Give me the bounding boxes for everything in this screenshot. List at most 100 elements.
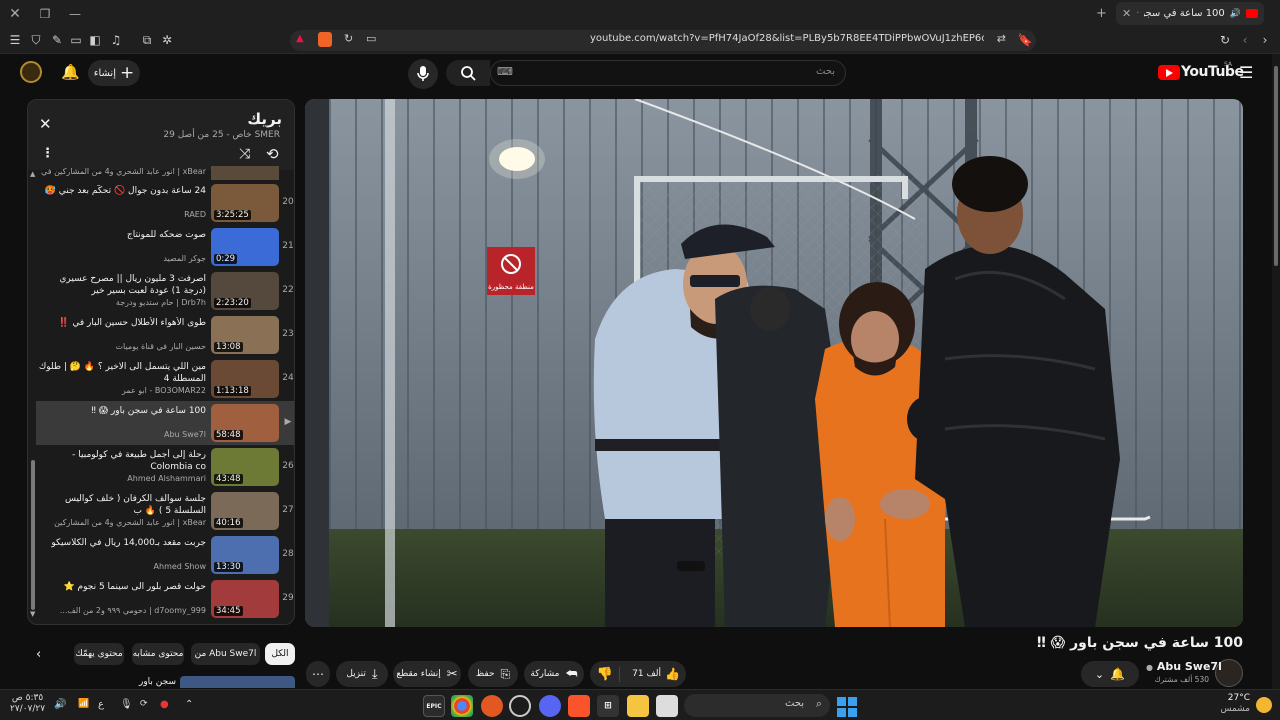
shuffle-icon[interactable]: ⤨ bbox=[239, 146, 250, 162]
playlist-item-title[interactable]: حولت قصر بلور الى سينما 5 نجوم ⭐ bbox=[38, 581, 206, 593]
playlist-item[interactable]: xBear | انور عابد الشحري و4 من المشاركين… bbox=[36, 166, 294, 180]
playlist-item-title[interactable]: مين اللي يتسمل الى الاخير ؟ 🔥 🤔 | طلوك ا… bbox=[38, 361, 206, 385]
scroll-down-icon[interactable]: ▼ bbox=[30, 610, 35, 618]
playlist-item-title[interactable]: xBear | انور عابد الشحري و4 من المشاركين… bbox=[38, 167, 206, 176]
tabs-icon[interactable]: ▭ bbox=[67, 31, 85, 49]
brave-browser-icon[interactable] bbox=[568, 695, 590, 717]
record-tray-icon[interactable]: ● bbox=[160, 699, 169, 710]
new-tab-button[interactable]: + bbox=[1096, 6, 1107, 21]
scroll-up-icon[interactable]: ▲ bbox=[30, 170, 35, 178]
sidebar-menu-icon[interactable]: ☰ bbox=[6, 31, 24, 49]
minimize-window-button[interactable]: — bbox=[60, 0, 90, 27]
playlist-item-title[interactable]: جربت مقعد بـ14,000 ريال في الكلاسيكو bbox=[38, 537, 206, 549]
tray-overflow-icon[interactable]: ⌃ bbox=[185, 699, 193, 710]
speaker-icon[interactable]: 🔊 bbox=[54, 699, 66, 710]
playlist-item[interactable]: 13:30 28 جربت مقعد بـ14,000 ريال في الكلاس… bbox=[36, 533, 294, 577]
playlist-item[interactable]: 13:08 23 طوى الأهواء الأطلال حسين البار في… bbox=[36, 313, 294, 357]
playlist-item[interactable]: 1:13:18 24 مين اللي يتسمل الى الاخير ؟ 🔥 🤔… bbox=[36, 357, 294, 401]
playlist-item-title[interactable]: 24 ساعة بدون جوال 🚫 تحكّم بعد جني 🥵 bbox=[38, 185, 206, 197]
more-actions-button[interactable]: ⋯ bbox=[306, 661, 330, 687]
loop-icon[interactable]: ⟲ bbox=[266, 145, 279, 163]
store-icon[interactable]: ⊞ bbox=[597, 695, 619, 717]
next-video-title[interactable]: سجن باور bbox=[120, 677, 176, 687]
reload-icon[interactable]: ↻ bbox=[1216, 31, 1234, 49]
bookmark-icon[interactable]: 🔖 bbox=[1016, 31, 1034, 49]
download-button[interactable]: تنزيل ⤓ bbox=[336, 661, 388, 687]
network-icon[interactable]: 📶 bbox=[78, 699, 89, 709]
youtube-logo-text[interactable]: YouTube bbox=[1181, 64, 1244, 80]
playlist-item-title[interactable]: اصرفت 3 مليون ريال || مصرح عسيري (درجة 1… bbox=[38, 273, 206, 297]
clip-button[interactable]: إنشاء مقطع ✂ bbox=[393, 661, 461, 687]
playlist-item-title[interactable]: رحلة إلى أجمل طبيعة في كولومبيا - Colomb… bbox=[38, 449, 206, 473]
chips-back-icon[interactable]: ‹ bbox=[36, 647, 41, 662]
file-explorer-icon[interactable] bbox=[627, 695, 649, 717]
playlist-item[interactable]: 43:48 26 رحلة إلى أجمل طبيعة في كولومبيا -… bbox=[36, 445, 294, 489]
discord-icon[interactable] bbox=[539, 695, 561, 717]
subscribe-button[interactable]: ⌄ 🔔 bbox=[1081, 661, 1139, 687]
playlist-title[interactable]: بريك bbox=[247, 110, 282, 128]
extensions-icon[interactable]: ✲ bbox=[158, 31, 176, 49]
guide-menu-icon[interactable]: ☰ bbox=[1239, 63, 1253, 82]
address-bar[interactable]: ▲ ↻ ▭ youtube.com/watch?v=PfH74JaOf28&li… bbox=[290, 30, 1036, 51]
youtube-logo-icon[interactable] bbox=[1158, 65, 1180, 80]
music-icon[interactable]: ♫ bbox=[107, 31, 125, 49]
search-input[interactable]: بحث ⌨ bbox=[490, 60, 846, 86]
chip-similar[interactable]: محتوى مشابه bbox=[132, 643, 184, 665]
maximize-window-button[interactable]: ❐ bbox=[30, 0, 60, 27]
clock[interactable]: ٥:٣٥ ص ٢٧/٠٧/٢٧ bbox=[10, 693, 45, 715]
chip-all[interactable]: الكل bbox=[265, 643, 295, 665]
close-playlist-icon[interactable]: ✕ bbox=[39, 115, 52, 133]
dislike-button[interactable]: 👎 bbox=[590, 666, 621, 682]
next-video-thumbnail[interactable] bbox=[180, 676, 295, 688]
create-button[interactable]: إنشاء + bbox=[88, 60, 140, 86]
taskbar-search[interactable]: ⌕ بحث bbox=[684, 694, 830, 717]
page-scrollbar[interactable] bbox=[1272, 54, 1280, 689]
playlist-item-title[interactable]: طوى الأهواء الأطلال حسين البار في ‼️ bbox=[38, 317, 206, 329]
search-button[interactable] bbox=[446, 60, 490, 86]
page-scrollbar-thumb[interactable] bbox=[1274, 66, 1278, 266]
language-indicator[interactable]: ع bbox=[98, 699, 104, 710]
screenshot-icon[interactable]: ⧉ bbox=[138, 31, 156, 49]
weather-widget[interactable]: 27°C مشمس bbox=[1210, 693, 1250, 715]
shield-icon[interactable]: ⛉ bbox=[27, 31, 45, 49]
playlist-item-title[interactable]: 100 ساعة في سجن باور 😱 ‼ bbox=[38, 405, 206, 417]
url-text[interactable]: youtube.com/watch?v=PfH74JaOf28&list=PLB… bbox=[590, 33, 984, 44]
video-player[interactable]: منطقة محظورة bbox=[305, 99, 1243, 627]
playlist-scrollbar[interactable] bbox=[31, 460, 35, 610]
epic-games-icon[interactable]: EPIC bbox=[423, 695, 445, 717]
share-button[interactable]: مشاركة ⮪ bbox=[524, 661, 584, 687]
files-app-icon[interactable] bbox=[656, 695, 678, 717]
chrome-icon[interactable] bbox=[451, 695, 473, 717]
channel-name[interactable]: ● Abu Swe7l bbox=[1146, 660, 1222, 673]
translate-icon[interactable]: ⇄ bbox=[997, 32, 1006, 45]
browser-tab[interactable]: ✕ · 100 ساعة في سجن باور 😱‼ 🔊 bbox=[1116, 2, 1264, 25]
firefox-icon[interactable] bbox=[481, 695, 503, 717]
close-tab-icon[interactable]: ✕ bbox=[1122, 7, 1131, 20]
sidebar-icon[interactable]: ◧ bbox=[86, 31, 104, 49]
like-button[interactable]: 71 ألف 👍 bbox=[626, 667, 686, 681]
playlist-item-title[interactable]: جلسة سوالف الكرفان ( خلف كواليس السلسلة … bbox=[38, 493, 206, 517]
mic-tray-icon[interactable]: 🎙 bbox=[120, 699, 133, 710]
reader-mode-icon[interactable]: ▭ bbox=[366, 32, 376, 45]
pen-icon[interactable]: ✎ bbox=[48, 31, 66, 49]
playlist-item[interactable]: 0:29 21 صوت ضحكه للمونتاج جوكر المصيد bbox=[36, 225, 294, 269]
start-menu-icon[interactable] bbox=[836, 695, 858, 717]
video-thumbnail[interactable] bbox=[211, 166, 279, 180]
playlist-item[interactable]: 3:25:25 20 24 ساعة بدون جوال 🚫 تحكّم بعد ج… bbox=[36, 181, 294, 225]
sync-tray-icon[interactable]: ⟳ bbox=[140, 699, 148, 709]
playlist-item[interactable]: 34:45 29 حولت قصر بلور الى سينما 5 نجوم ⭐ d… bbox=[36, 577, 294, 621]
forward-icon[interactable]: › bbox=[1256, 31, 1274, 49]
voice-search-button[interactable] bbox=[408, 59, 438, 89]
notifications-icon[interactable]: 🔔 bbox=[61, 63, 80, 81]
close-window-button[interactable]: ✕ bbox=[0, 0, 30, 27]
playlist-item-title[interactable]: صوت ضحكه للمونتاج bbox=[38, 229, 206, 241]
brave-rewards-icon[interactable]: ▲ bbox=[296, 33, 304, 44]
playlist-item[interactable]: 2:23:20 22 اصرفت 3 مليون ريال || مصرح عسير… bbox=[36, 269, 294, 313]
settings-app-icon[interactable] bbox=[509, 695, 531, 717]
save-button[interactable]: حفظ ⎘ bbox=[468, 661, 518, 687]
keyboard-icon[interactable]: ⌨ bbox=[497, 65, 513, 78]
playlist-item-current[interactable]: 58:48 ▶ 100 ساعة في سجن باور 😱 ‼ Abu Swe7l bbox=[36, 401, 294, 445]
brave-shield-icon[interactable] bbox=[318, 32, 332, 47]
playlist-item[interactable]: 40:16 27 جلسة سوالف الكرفان ( خلف كواليس ا… bbox=[36, 489, 294, 533]
more-options-icon[interactable]: ⋮ bbox=[41, 146, 54, 161]
